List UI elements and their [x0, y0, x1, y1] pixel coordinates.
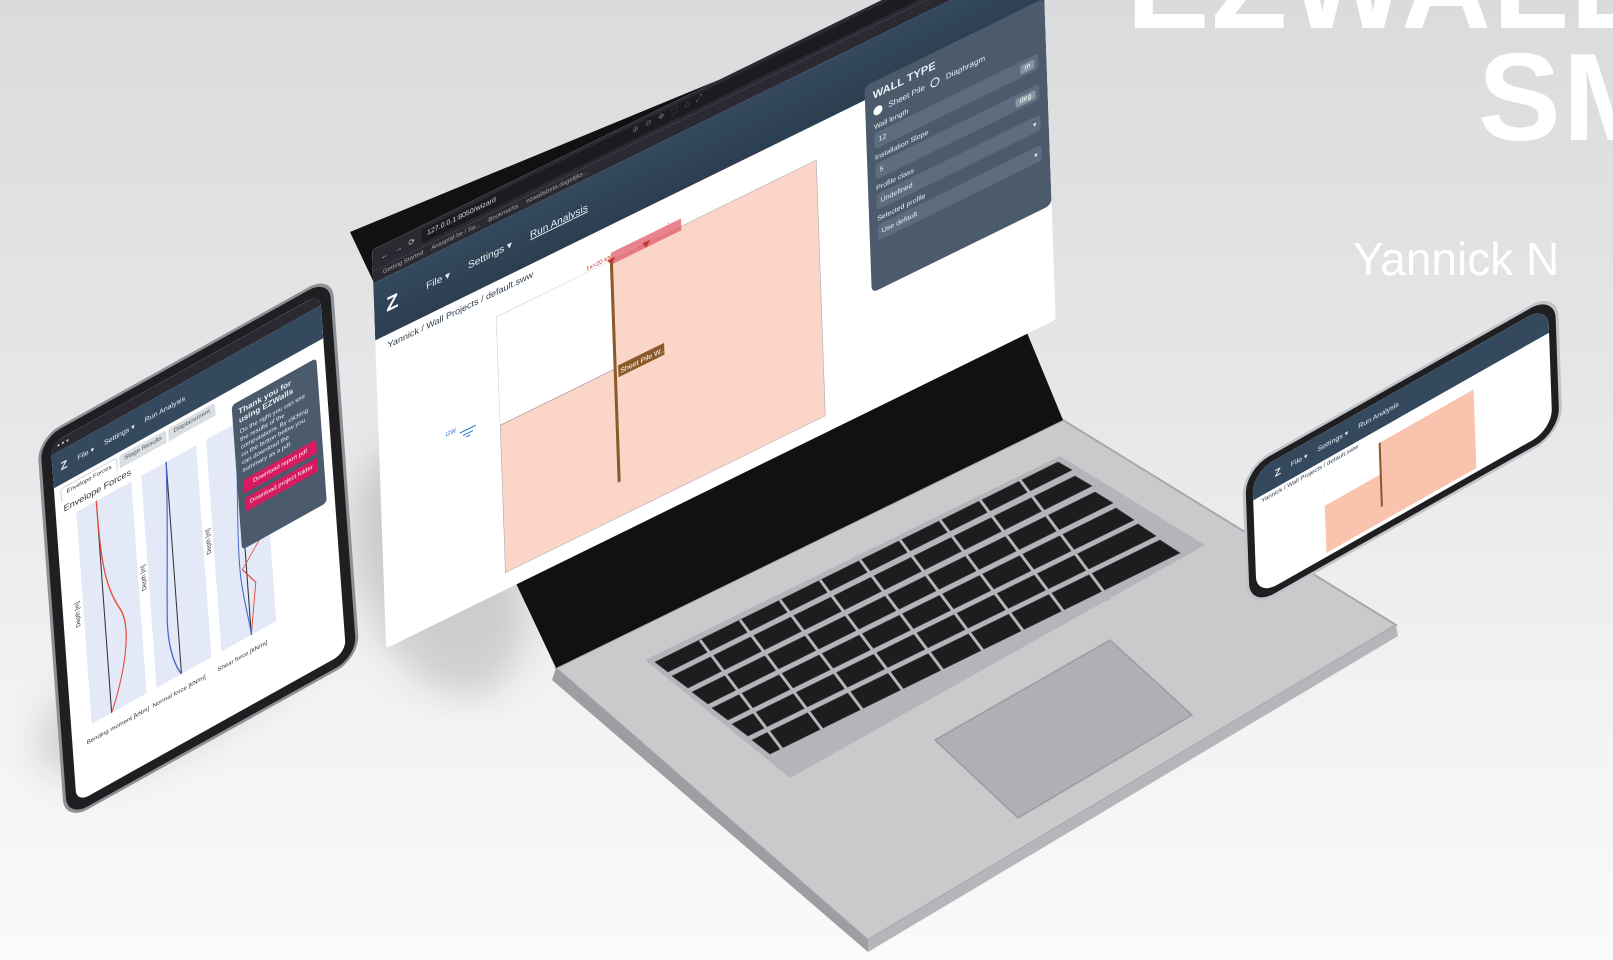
water-level-icon: [459, 424, 476, 438]
chart1-y-label: Depth [m]: [74, 600, 82, 629]
chart2-y-label: Depth [m]: [140, 563, 148, 592]
nav-run-analysis[interactable]: Run Analysis: [530, 202, 588, 241]
nav-file-menu[interactable]: File ▾: [426, 269, 450, 292]
tablet-nav-settings[interactable]: Settings ▾: [104, 422, 135, 447]
chart3-y-label: Depth [m]: [205, 527, 213, 556]
wall-length-value: 12: [878, 132, 887, 144]
phone-logo[interactable]: Z: [1275, 465, 1281, 479]
app-logo[interactable]: Z: [386, 281, 409, 321]
chevron-down-icon: ▾: [1034, 151, 1038, 161]
water-level-label: GW: [446, 427, 457, 439]
inclination-unit: deg: [1015, 89, 1036, 108]
tablet-logo[interactable]: Z: [60, 458, 68, 473]
phone-nav-file[interactable]: File ▾: [1291, 452, 1308, 469]
nav-settings-menu[interactable]: Settings ▾: [468, 239, 512, 271]
inclination-value: 5: [879, 164, 884, 174]
radio-diaphragm[interactable]: [930, 75, 941, 89]
chevron-down-icon: ▾: [1032, 121, 1037, 130]
tablet-nav-file[interactable]: File ▾: [77, 445, 94, 462]
chart-normal-bg: [141, 445, 212, 688]
reload-icon[interactable]: ⟳: [408, 235, 415, 247]
back-icon[interactable]: ←: [380, 249, 388, 262]
phone-wall-line: [1378, 442, 1383, 508]
forward-icon[interactable]: →: [394, 242, 402, 255]
wall-length-unit: m: [1020, 58, 1035, 75]
radio-sheet-pile[interactable]: [873, 103, 883, 117]
chart-bending-bg: [76, 481, 147, 724]
